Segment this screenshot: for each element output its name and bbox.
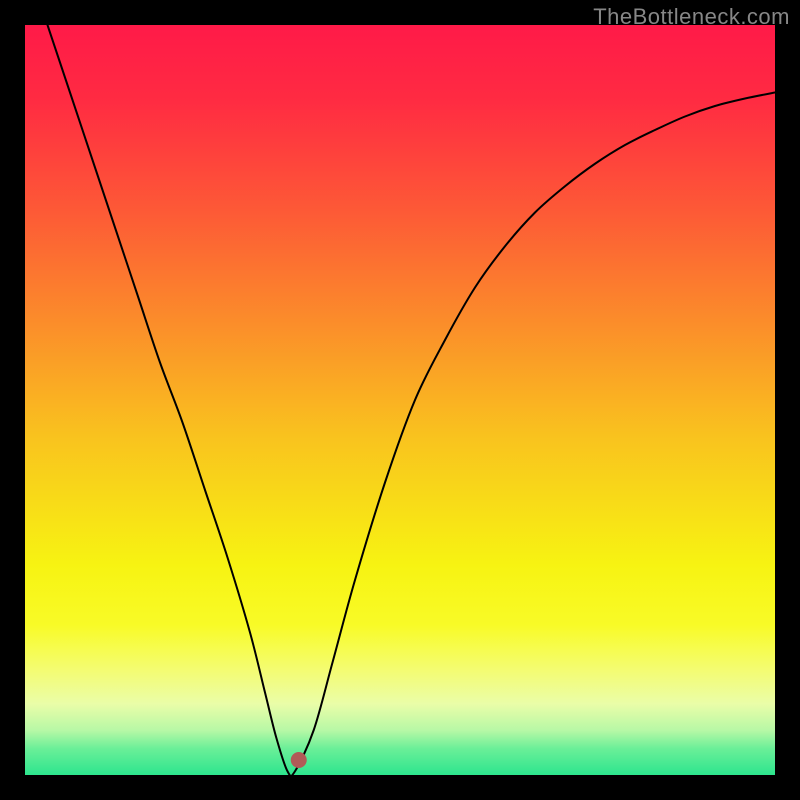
chart-svg bbox=[25, 25, 775, 775]
watermark-text: TheBottleneck.com bbox=[593, 4, 790, 30]
gradient-background bbox=[25, 25, 775, 775]
chart-frame: TheBottleneck.com bbox=[0, 0, 800, 800]
plot-area bbox=[25, 25, 775, 775]
notch-marker bbox=[291, 752, 307, 768]
